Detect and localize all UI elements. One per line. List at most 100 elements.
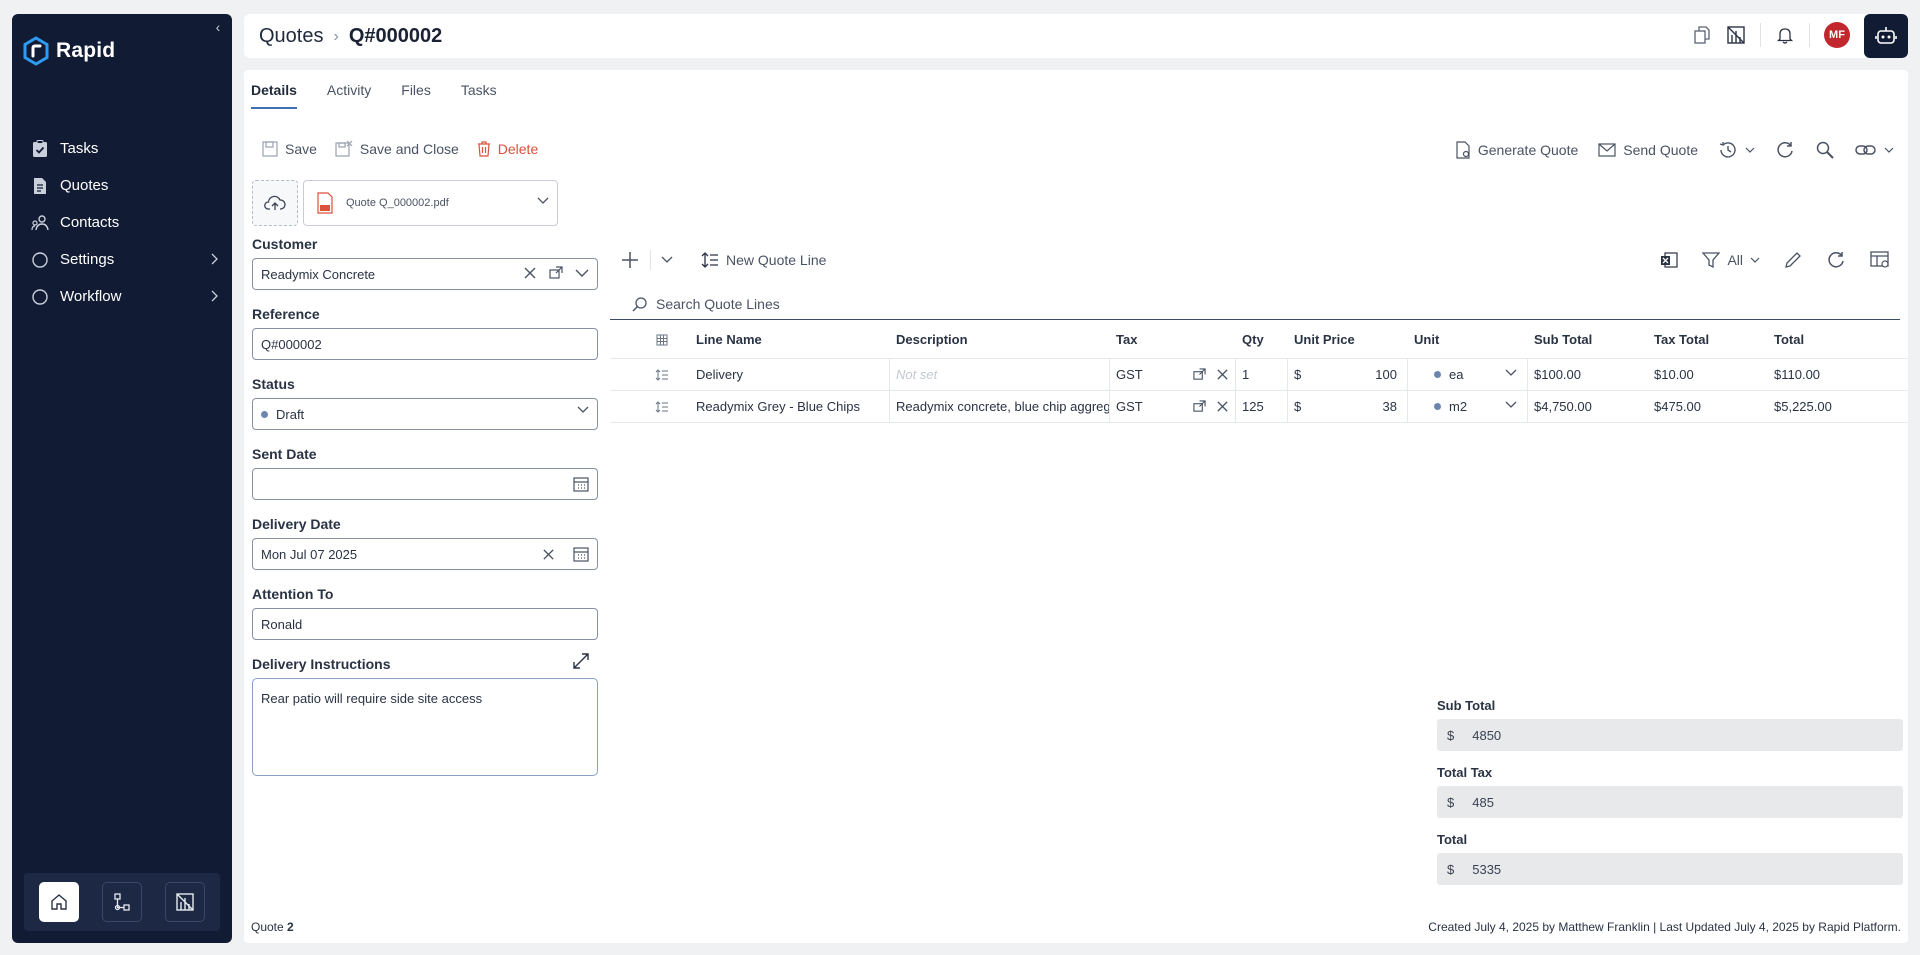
tab-tasks[interactable]: Tasks bbox=[461, 82, 497, 109]
delete-label: Delete bbox=[497, 141, 539, 157]
table-settings-icon[interactable] bbox=[1870, 251, 1890, 269]
sidebar-item-workflow[interactable]: Workflow bbox=[12, 278, 232, 315]
plus-icon[interactable] bbox=[620, 250, 640, 270]
sent-date-field[interactable] bbox=[252, 468, 598, 500]
open-external-icon[interactable] bbox=[1193, 400, 1206, 413]
customer-field[interactable]: Readymix Concrete bbox=[252, 258, 598, 290]
tab-activity[interactable]: Activity bbox=[327, 82, 371, 109]
search-records-button[interactable] bbox=[1815, 140, 1835, 160]
quote-lines-search[interactable]: Search Quote Lines bbox=[610, 288, 1900, 320]
sidebar: ‹ Rapid Tasks Quotes Contacts Settings W… bbox=[12, 14, 232, 943]
cell-unit[interactable]: ea bbox=[1408, 359, 1528, 390]
chevron-down-icon[interactable] bbox=[575, 269, 589, 278]
grid-options-icon[interactable] bbox=[610, 321, 690, 358]
close-icon[interactable] bbox=[1216, 400, 1229, 413]
new-quote-line-button[interactable]: New Quote Line bbox=[701, 251, 826, 269]
sidebar-item-quotes[interactable]: Quotes bbox=[12, 167, 232, 204]
bell-icon[interactable] bbox=[1775, 25, 1795, 45]
divider bbox=[1809, 23, 1810, 47]
cell-line-name[interactable]: Readymix Grey - Blue Chips bbox=[690, 391, 890, 422]
close-icon[interactable] bbox=[542, 548, 555, 561]
cell-total: $5,225.00 bbox=[1774, 399, 1832, 414]
generate-quote-button[interactable]: Generate Quote bbox=[1455, 141, 1578, 159]
column-header-sub-total[interactable]: Sub Total bbox=[1528, 321, 1648, 358]
open-external-icon[interactable] bbox=[1193, 368, 1206, 381]
column-header-qty[interactable]: Qty bbox=[1236, 321, 1288, 358]
cell-unit-price[interactable]: $ 38 bbox=[1288, 391, 1408, 422]
assistant-button[interactable] bbox=[1864, 14, 1908, 58]
cell-unit[interactable]: m2 bbox=[1408, 391, 1528, 422]
close-icon[interactable] bbox=[523, 266, 537, 280]
link-button[interactable] bbox=[1855, 143, 1894, 157]
reference-field[interactable]: Q#000002 bbox=[252, 328, 598, 360]
expand-icon[interactable] bbox=[572, 652, 590, 673]
total-value: 5335 bbox=[1472, 861, 1502, 877]
file-select[interactable]: Quote Q_000002.pdf bbox=[303, 180, 558, 226]
brand-logo[interactable]: Rapid bbox=[22, 36, 115, 66]
workflow-button[interactable] bbox=[101, 882, 142, 922]
delivery-instructions-textarea[interactable]: Rear patio will require side site access bbox=[252, 678, 598, 776]
cell-tax[interactable]: GST bbox=[1110, 359, 1236, 390]
status-dot bbox=[261, 410, 268, 418]
delete-button[interactable]: Delete bbox=[477, 141, 538, 157]
column-header-unit-price[interactable]: Unit Price bbox=[1288, 321, 1408, 358]
send-quote-button[interactable]: Send Quote bbox=[1598, 142, 1698, 158]
calendar-icon[interactable] bbox=[573, 476, 589, 492]
cell-unit-price[interactable]: $ 100 bbox=[1288, 359, 1408, 390]
reference-label: Reference bbox=[252, 306, 320, 322]
home-button[interactable] bbox=[39, 882, 80, 922]
open-external-icon[interactable] bbox=[549, 266, 563, 280]
cell-line-name[interactable]: Delivery bbox=[690, 359, 890, 390]
grid-header-row: Line Name Description Tax Qty Unit Price… bbox=[610, 321, 1908, 359]
breadcrumb-quotes-link[interactable]: Quotes bbox=[259, 25, 323, 48]
sidebar-item-settings[interactable]: Settings bbox=[12, 241, 232, 278]
attention-to-field[interactable]: Ronald bbox=[252, 608, 598, 640]
send-quote-label: Send Quote bbox=[1623, 142, 1698, 158]
refresh-button[interactable] bbox=[1775, 140, 1795, 160]
divider bbox=[650, 250, 651, 270]
tab-files[interactable]: Files bbox=[401, 82, 431, 109]
column-header-tax-total[interactable]: Tax Total bbox=[1648, 321, 1768, 358]
cell-qty[interactable]: 125 bbox=[1236, 391, 1288, 422]
upload-button[interactable] bbox=[252, 180, 298, 226]
chart-box-icon[interactable] bbox=[1726, 25, 1746, 45]
chevron-down-icon[interactable] bbox=[661, 256, 673, 264]
copy-document-icon[interactable] bbox=[1692, 25, 1712, 45]
circle-icon bbox=[30, 250, 50, 270]
column-header-description[interactable]: Description bbox=[890, 321, 1110, 358]
cloud-upload-icon bbox=[264, 195, 286, 210]
table-row[interactable]: Readymix Grey - Blue Chips Readymix conc… bbox=[610, 391, 1908, 423]
avatar[interactable]: MF bbox=[1824, 22, 1850, 48]
refresh-icon[interactable] bbox=[1826, 250, 1846, 270]
close-icon[interactable] bbox=[1216, 368, 1229, 381]
table-row[interactable]: Delivery Not set GST 1 $ 100 ea $100.00 … bbox=[610, 359, 1908, 391]
search-placeholder: Search Quote Lines bbox=[656, 295, 780, 312]
column-header-line-name[interactable]: Line Name bbox=[690, 321, 890, 358]
filter-dropdown[interactable]: All bbox=[1702, 251, 1760, 269]
collapse-sidebar-icon[interactable]: ‹ bbox=[210, 19, 226, 35]
tab-details[interactable]: Details bbox=[251, 82, 297, 109]
cell-description[interactable]: Not set bbox=[890, 359, 1110, 390]
column-header-total[interactable]: Total bbox=[1768, 321, 1888, 358]
cell-tax[interactable]: GST bbox=[1110, 391, 1236, 422]
calendar-icon[interactable] bbox=[573, 546, 589, 562]
column-header-unit[interactable]: Unit bbox=[1408, 321, 1528, 358]
save-button[interactable]: Save bbox=[262, 141, 317, 157]
delivery-date-field[interactable]: Mon Jul 07 2025 bbox=[252, 538, 598, 570]
column-header-tax[interactable]: Tax bbox=[1110, 321, 1236, 358]
save-and-close-button[interactable]: Save and Close bbox=[335, 140, 459, 158]
drag-handle-icon[interactable] bbox=[610, 391, 690, 422]
excel-icon[interactable] bbox=[1660, 251, 1679, 269]
sidebar-item-tasks[interactable]: Tasks bbox=[12, 130, 232, 167]
pencil-icon[interactable] bbox=[1784, 251, 1802, 269]
sidebar-item-contacts[interactable]: Contacts bbox=[12, 204, 232, 241]
status-select[interactable]: Draft bbox=[252, 398, 598, 430]
reports-button[interactable] bbox=[164, 882, 205, 922]
price-value: 100 bbox=[1375, 367, 1397, 382]
cell-description[interactable]: Readymix concrete, blue chip aggregate bbox=[890, 391, 1110, 422]
history-button[interactable] bbox=[1718, 140, 1755, 160]
chart-box-icon bbox=[175, 893, 194, 911]
drag-handle-icon[interactable] bbox=[610, 359, 690, 390]
cell-qty[interactable]: 1 bbox=[1236, 359, 1288, 390]
tab-bar: Details Activity Files Tasks bbox=[251, 82, 497, 109]
